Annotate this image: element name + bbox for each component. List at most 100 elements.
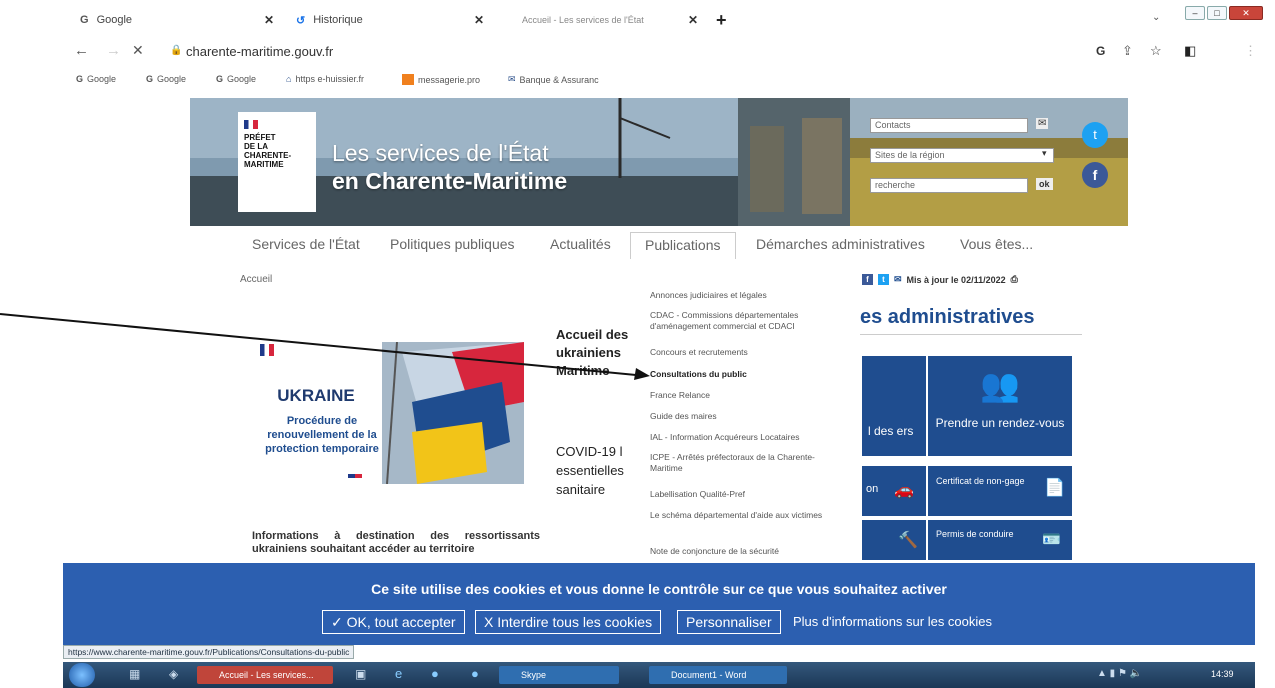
close-tab-icon[interactable]: ✕ xyxy=(474,13,484,27)
share-icon[interactable]: ⇪ xyxy=(1122,43,1133,59)
menu-item-consultations[interactable]: Consultations du public xyxy=(650,369,838,380)
update-date: Mis à jour le 02/11/2022 xyxy=(906,274,1006,285)
sites-region-select[interactable]: Sites de la région xyxy=(870,148,1054,163)
google-lens-icon[interactable]: G xyxy=(1096,44,1105,58)
new-tab-button[interactable]: + xyxy=(716,10,727,31)
url-field[interactable]: charente-maritime.gouv.fr xyxy=(186,44,333,59)
search-input[interactable]: recherche xyxy=(870,178,1028,193)
bookmark-star-icon[interactable]: ☆ xyxy=(1150,43,1162,59)
close-tab-icon[interactable]: ✕ xyxy=(688,13,698,27)
app-icon[interactable]: ◈ xyxy=(169,667,178,681)
ukraine-subtitle: Procédure de renouvellement de la protec… xyxy=(265,415,379,455)
section-heading: es administratives xyxy=(860,306,1035,328)
nav-actualites[interactable]: Actualités xyxy=(550,236,611,252)
annotation-arrow xyxy=(0,313,650,380)
nav-publications[interactable]: Publications xyxy=(630,232,736,259)
side-panel-icon[interactable]: ◧ xyxy=(1184,43,1196,59)
nav-vous-etes[interactable]: Vous êtes... xyxy=(960,236,1033,252)
menu-item[interactable]: Annonces judiciaires et légales xyxy=(650,290,838,301)
forward-arrow-icon[interactable]: → xyxy=(106,42,121,59)
bank-icon: ✉ xyxy=(508,74,516,84)
bookmark-banque[interactable]: ✉ Banque & Assuranc xyxy=(508,74,599,85)
logo-line: PRÉFET xyxy=(244,133,276,142)
appointment-card[interactable]: 👥 Prendre un rendez-vous xyxy=(928,356,1072,456)
twitter-icon[interactable]: t xyxy=(1082,122,1108,148)
app-icon[interactable]: ● xyxy=(431,666,439,681)
google-icon: G xyxy=(216,74,224,84)
news-item-covid[interactable]: COVID-19 l essentielles sanitaire xyxy=(556,442,636,499)
service-card-1[interactable]: l des ers xyxy=(862,356,926,456)
taskbar-item-skype[interactable]: Skype xyxy=(499,666,619,684)
taskbar-item-chrome[interactable]: Accueil - Les services... xyxy=(197,666,333,684)
mail-icon[interactable]: ✉ xyxy=(1036,118,1049,129)
divider xyxy=(860,334,1082,335)
bookmark-google[interactable]: G Google xyxy=(76,74,116,84)
bookmark-google[interactable]: G Google xyxy=(216,74,256,84)
customize-button[interactable]: Personnaliser xyxy=(677,610,781,634)
close-window-button[interactable]: ✕ xyxy=(1229,6,1263,20)
chevron-down-icon: ▾ xyxy=(1042,148,1047,158)
service-card-3[interactable]: on 🚗 xyxy=(862,466,926,516)
gavel-icon: 🔨 xyxy=(898,532,918,549)
service-card-5[interactable]: 🔨 xyxy=(862,520,926,560)
close-tab-icon[interactable]: ✕ xyxy=(264,13,274,27)
back-arrow-icon[interactable]: ← xyxy=(74,42,89,59)
maximize-button[interactable]: □ xyxy=(1207,6,1227,20)
permis-card[interactable]: Permis de conduire 🪪 xyxy=(928,520,1072,560)
menu-item[interactable]: CDAC - Commissions départementales d'amé… xyxy=(650,310,838,332)
menu-item[interactable]: Note de conjoncture de la sécurité xyxy=(650,546,838,557)
tab-historique[interactable]: ↺ Historique ✕ xyxy=(296,8,496,32)
app-icon[interactable]: ● xyxy=(471,666,479,681)
mail-share-icon[interactable]: ✉ xyxy=(894,274,902,285)
ie-icon[interactable]: e xyxy=(395,666,402,681)
stop-icon[interactable]: ✕ xyxy=(132,42,144,59)
logo-line: MARITIME xyxy=(244,160,284,169)
publications-dropdown: Annonces judiciaires et légales CDAC - C… xyxy=(640,280,840,565)
card-label: Permis de conduire xyxy=(936,529,1014,539)
explorer-icon[interactable]: ▦ xyxy=(129,667,140,681)
prefet-logo: PRÉFET DE LA CHARENTE- MARITIME xyxy=(238,112,316,212)
tab-search-chevron-icon[interactable]: ⌄ xyxy=(1152,12,1160,23)
deny-all-button[interactable]: X Interdire tous les cookies xyxy=(475,610,662,634)
nav-politiques-publiques[interactable]: Politiques publiques xyxy=(390,236,515,252)
banner-title-line1: Les services de l'État xyxy=(332,140,549,166)
flag-mark-icon xyxy=(348,474,362,478)
menu-item[interactable]: Le schéma départemental d'aide aux victi… xyxy=(650,510,838,521)
bookmark-label: Google xyxy=(157,74,187,84)
menu-item[interactable]: IAL - Information Acquéreurs Locataires xyxy=(650,432,838,443)
tab-accueil[interactable]: Accueil - Les services de l'État ✕ xyxy=(522,8,722,32)
menu-item[interactable]: Concours et recrutements xyxy=(650,347,838,358)
app-icon[interactable]: ▣ xyxy=(355,667,366,681)
id-card-icon: 🪪 xyxy=(1042,531,1061,548)
facebook-icon[interactable]: f xyxy=(1082,162,1108,188)
facebook-share-icon[interactable]: f xyxy=(862,274,873,285)
accept-all-button[interactable]: ✓ OK, tout accepter xyxy=(322,610,465,634)
bookmark-label: Google xyxy=(87,74,117,84)
tab-title: Historique xyxy=(313,14,363,26)
nav-demarches[interactable]: Démarches administratives xyxy=(756,236,925,252)
cookie-banner: Ce site utilise des cookies et vous donn… xyxy=(63,563,1255,645)
menu-item[interactable]: Guide des maires xyxy=(650,411,838,422)
taskbar-item-word[interactable]: Document1 - Word xyxy=(649,666,787,684)
twitter-share-icon[interactable]: t xyxy=(878,274,889,285)
tab-title: Accueil - Les services de l'État xyxy=(522,15,644,25)
menu-item[interactable]: Labellisation Qualité-Pref xyxy=(650,489,838,500)
bookmark-google[interactable]: G Google xyxy=(146,74,186,84)
menu-item[interactable]: France Relance xyxy=(650,390,838,401)
minimize-button[interactable]: – xyxy=(1185,6,1205,20)
nav-services-etat[interactable]: Services de l'État xyxy=(252,236,360,252)
certificat-card[interactable]: Certificat de non-gage 📄 xyxy=(928,466,1072,516)
tab-google[interactable]: G Google ✕ xyxy=(80,8,280,32)
cookie-info-link[interactable]: Plus d'informations sur les cookies xyxy=(793,614,992,629)
start-button[interactable] xyxy=(69,663,95,687)
print-icon[interactable]: ⎙ xyxy=(1011,274,1018,285)
bookmark-messagerie[interactable]: messagerie.pro xyxy=(402,74,480,85)
menu-item[interactable]: ICPE - Arrêtés préfectoraux de la Charen… xyxy=(650,452,838,474)
contacts-field[interactable]: Contacts xyxy=(870,118,1028,133)
bookmarks-bar: G Google G Google G Google ⌂ https e-huissie… xyxy=(0,68,1275,92)
tray-icons[interactable]: ▲ ▮ ⚑ 🔈 xyxy=(1097,668,1142,679)
breadcrumb[interactable]: Accueil xyxy=(240,274,272,285)
menu-icon[interactable]: ⋮ xyxy=(1244,43,1257,59)
bookmark-ehuissier[interactable]: ⌂ https e-huissier.fr xyxy=(286,74,364,84)
search-ok-button[interactable]: ok xyxy=(1036,178,1053,190)
